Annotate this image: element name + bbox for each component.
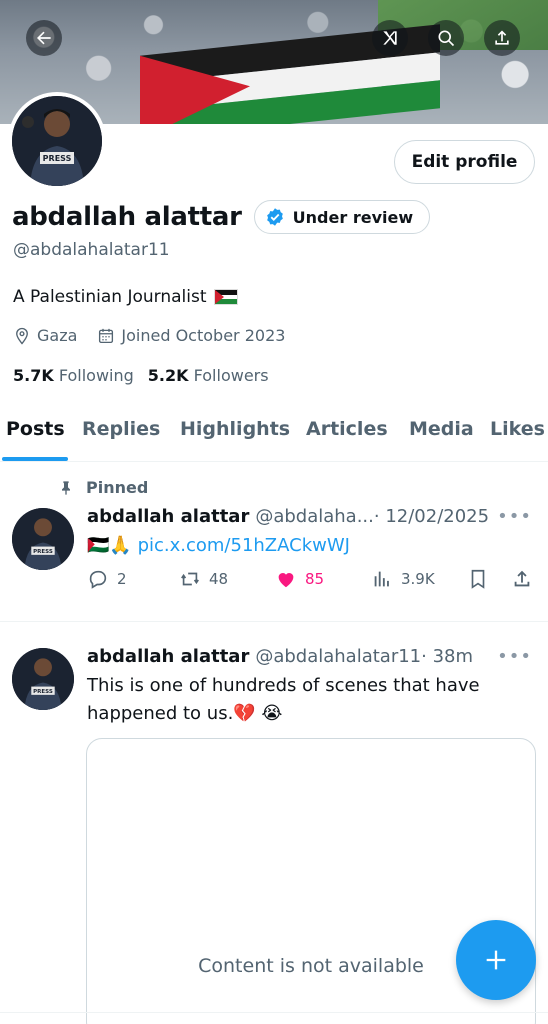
bookmark-button[interactable]: [467, 568, 497, 590]
post-author-handle[interactable]: @abdalaha...: [255, 506, 374, 527]
verified-badge-icon: [266, 208, 283, 226]
search-icon: [438, 30, 455, 47]
location-item: Gaza: [13, 326, 77, 345]
view-count: 3.9K: [401, 570, 435, 588]
bottom-nav-divider: [0, 1012, 548, 1013]
profile-tabs: Posts Replies Highlights Articles Media …: [0, 410, 548, 462]
repost-icon: [181, 572, 199, 586]
tab-articles[interactable]: Articles: [306, 418, 388, 440]
like-button[interactable]: 85: [275, 568, 324, 590]
post-avatar[interactable]: PRESS: [12, 648, 74, 710]
post-timestamp[interactable]: · 12/02/2025: [374, 506, 489, 527]
like-count: 85: [305, 570, 325, 588]
svg-text:PRESS: PRESS: [33, 689, 53, 695]
joined-text: Joined October 2023: [121, 326, 286, 345]
post-avatar[interactable]: PRESS: [12, 508, 74, 570]
repost-count: 48: [209, 570, 229, 588]
svg-text:PRESS: PRESS: [43, 154, 72, 163]
repost-button[interactable]: 48: [179, 568, 228, 590]
profile-bio: A Palestinian Journalist: [13, 287, 238, 307]
active-tab-indicator: [2, 457, 68, 461]
post-header: abdallah alattar @abdalahalatar11 · 38m: [87, 646, 473, 667]
compose-post-button[interactable]: [456, 920, 536, 1000]
post-share-button[interactable]: [511, 568, 541, 590]
svg-text:PRESS: PRESS: [33, 549, 53, 555]
post-text: 🇵🇸🙏 pic.x.com/51hZACkwWJ: [87, 532, 350, 560]
avatar-image: PRESS: [12, 508, 74, 570]
post-more-button[interactable]: •••: [497, 506, 532, 527]
joined-item: Joined October 2023: [97, 326, 285, 345]
post-text: This is one of hundreds of scenes that h…: [87, 675, 480, 724]
back-button[interactable]: [26, 20, 62, 56]
share-icon: [495, 30, 509, 45]
views-button[interactable]: 3.9K: [371, 568, 435, 590]
search-button[interactable]: [428, 20, 464, 56]
followers-link[interactable]: 5.2K Followers: [148, 366, 269, 385]
profile-stats: 5.7K Following 5.2K Followers: [13, 366, 283, 385]
following-label: Following: [58, 366, 134, 385]
edit-profile-button[interactable]: Edit profile: [394, 140, 535, 184]
post-author-name[interactable]: abdallah alattar: [87, 646, 249, 667]
tab-posts[interactable]: Posts: [6, 418, 65, 440]
profile-avatar[interactable]: PRESS: [8, 92, 106, 190]
tab-replies[interactable]: Replies: [82, 418, 160, 440]
profile-meta: Gaza Joined October 2023: [13, 326, 305, 345]
pinned-text: Pinned: [86, 478, 149, 497]
calendar-icon: [99, 328, 114, 343]
grok-button[interactable]: [372, 20, 408, 56]
followers-label: Followers: [193, 366, 269, 385]
avatar-image: PRESS: [12, 96, 102, 186]
bookmark-icon: [471, 569, 485, 589]
reply-button[interactable]: 2: [87, 568, 127, 590]
post-timestamp[interactable]: · 38m: [421, 646, 473, 667]
post-divider: [0, 621, 548, 622]
post-emoji: 🇵🇸🙏: [87, 535, 132, 556]
profile-display-name: abdallah alattar: [12, 202, 242, 232]
tab-media[interactable]: Media: [409, 418, 474, 440]
palestine-flag-icon: [213, 289, 238, 305]
share-icon: [514, 570, 530, 587]
under-review-label: Under review: [292, 207, 414, 227]
followers-count: 5.2K: [147, 366, 189, 385]
location-pin-icon: [16, 327, 28, 345]
avatar-image: PRESS: [12, 648, 74, 710]
views-chart-icon: [374, 571, 389, 587]
post-more-button[interactable]: •••: [497, 646, 532, 667]
reply-icon: [89, 570, 107, 589]
post-author-name[interactable]: abdallah alattar: [87, 506, 249, 527]
post-header: abdallah alattar @abdalaha... · 12/02/20…: [87, 506, 489, 527]
pin-icon: [62, 480, 70, 495]
under-review-badge[interactable]: Under review: [253, 200, 431, 234]
tab-highlights[interactable]: Highlights: [180, 418, 290, 440]
profile-name-row: abdallah alattar Under review: [12, 200, 431, 234]
post-actions: 2 48 85 3.9K: [87, 568, 535, 598]
pinned-label: Pinned: [58, 478, 148, 497]
following-count: 5.7K: [13, 366, 54, 385]
share-button[interactable]: [484, 20, 520, 56]
plus-icon: [486, 950, 506, 970]
heart-filled-icon: [278, 573, 294, 588]
arrow-left-icon: [37, 31, 51, 45]
post-author-handle[interactable]: @abdalahalatar11: [255, 646, 421, 667]
following-link[interactable]: 5.7K Following: [13, 366, 134, 385]
reply-count: 2: [117, 570, 127, 588]
profile-handle: @abdalahalatar11: [13, 240, 170, 260]
grok-icon: [383, 31, 397, 45]
location-text: Gaza: [37, 326, 78, 345]
post-media-link[interactable]: pic.x.com/51hZACkwWJ: [138, 535, 350, 556]
tab-likes[interactable]: Likes: [490, 418, 545, 440]
bio-text: A Palestinian Journalist: [13, 287, 207, 307]
